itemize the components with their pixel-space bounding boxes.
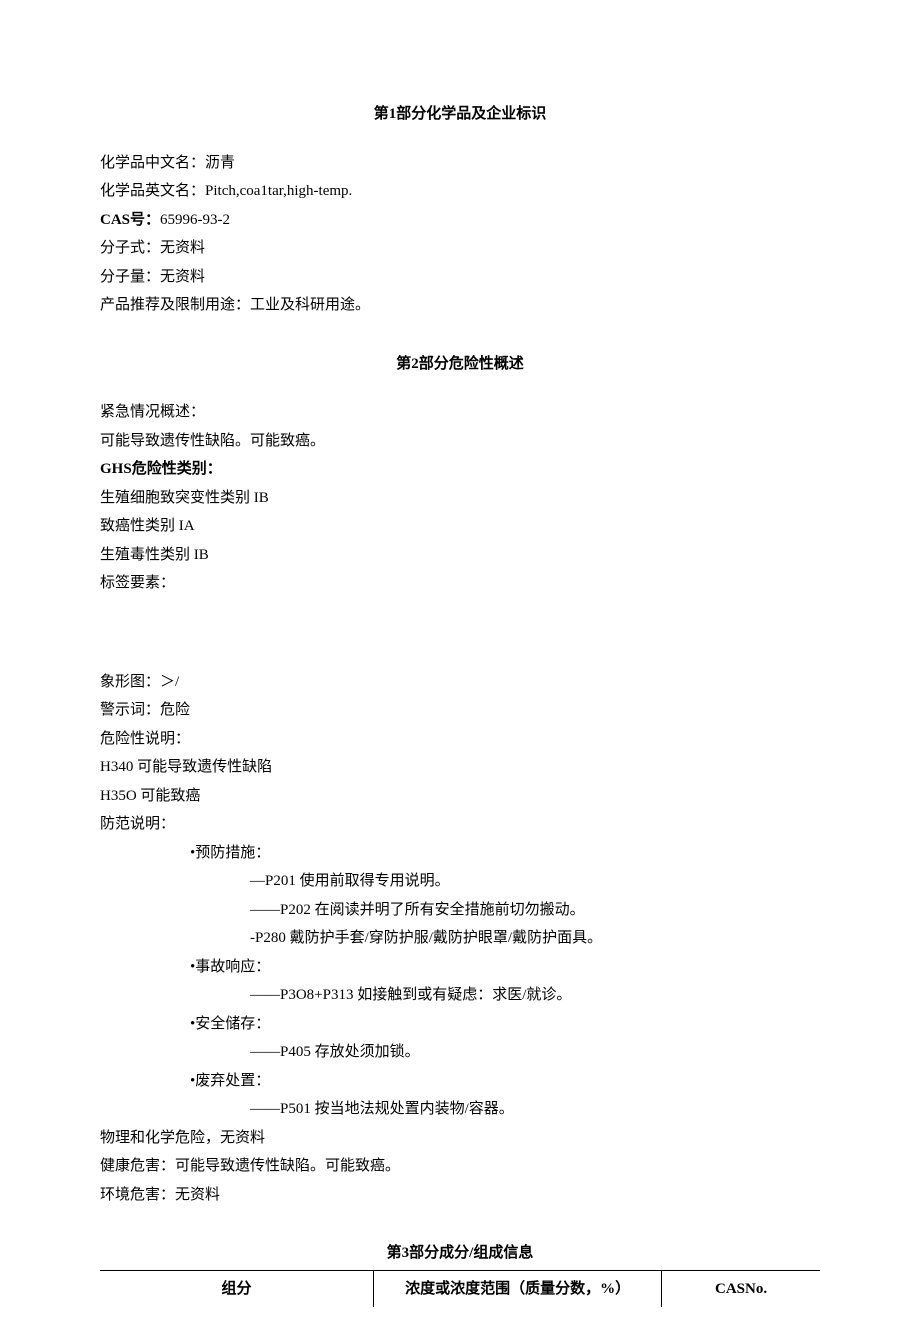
health-hazard: 健康危害：可能导致遗传性缺陷。可能致癌。 bbox=[100, 1152, 820, 1181]
value: Pitch,coa1tar,high-temp. bbox=[205, 183, 352, 199]
precaution-group-title: •废弃处置： bbox=[100, 1067, 820, 1096]
label: 环境危害： bbox=[100, 1187, 175, 1203]
physchem-hazard: 物理和化学危险，无资料 bbox=[100, 1124, 820, 1153]
label: 化学品英文名： bbox=[100, 183, 205, 199]
product-use: 产品推荐及限制用途：工业及科研用途。 bbox=[100, 291, 820, 320]
precaution-group-title: •预防措施： bbox=[100, 839, 820, 868]
ghs-suffix: 危险性类别： bbox=[132, 461, 222, 477]
label-elements: 标签要素： bbox=[100, 569, 820, 598]
cas-label: CAS bbox=[100, 212, 130, 228]
section-prefix: 第 bbox=[387, 1245, 402, 1261]
table-header-row: 组分 浓度或浓度范围（质量分数，%） CASNo. bbox=[100, 1270, 820, 1307]
cas-value: 65996-93-2 bbox=[160, 212, 230, 228]
label: 化学品中文名： bbox=[100, 155, 205, 171]
value: 可能导致遗传性缺陷。可能致癌。 bbox=[175, 1158, 400, 1174]
section-number: 2 bbox=[411, 356, 419, 372]
label: 分子量： bbox=[100, 269, 160, 285]
value: 无资料 bbox=[160, 269, 205, 285]
section-3-title: 第3部分成分/组成信息 bbox=[100, 1239, 820, 1268]
ghs-label: GHS危险性类别： bbox=[100, 455, 820, 484]
value: 无资料 bbox=[160, 240, 205, 256]
value: 沥青 bbox=[205, 155, 235, 171]
section-prefix: 第 bbox=[374, 106, 389, 122]
cas-mid: 号： bbox=[130, 212, 160, 228]
hazard-item: H35O 可能致癌 bbox=[100, 782, 820, 811]
section-2-title: 第2部分危险性概述 bbox=[100, 350, 820, 379]
precaution-item: —P201 使用前取得专用说明。 bbox=[100, 867, 820, 896]
ghs-en: GHS bbox=[100, 461, 132, 477]
signal-word: 警示词：危险 bbox=[100, 696, 820, 725]
pictogram: 象形图：＞/ bbox=[100, 668, 820, 697]
precaution-item: -P280 戴防护手套/穿防护服/戴防护眼罩/戴防护面具。 bbox=[100, 924, 820, 953]
emergency-value: 可能导致遗传性缺陷。可能致癌。 bbox=[100, 427, 820, 456]
cas-number: CAS号：65996-93-2 bbox=[100, 206, 820, 235]
precaution-item: ——P202 在阅读并明了所有安全措施前切勿搬动。 bbox=[100, 896, 820, 925]
value: 无资料 bbox=[220, 1130, 265, 1146]
label: 产品推荐及限制用途： bbox=[100, 297, 250, 313]
precaution-item: ——P3O8+P313 如接触到或有疑虑：求医/就诊。 bbox=[100, 981, 820, 1010]
env-hazard: 环境危害：无资料 bbox=[100, 1181, 820, 1210]
section-prefix: 第 bbox=[396, 356, 411, 372]
precaution-item: ——P405 存放处须加锁。 bbox=[100, 1038, 820, 1067]
label: 分子式： bbox=[100, 240, 160, 256]
chemical-name-en: 化学品英文名：Pitch,coa1tar,high-temp. bbox=[100, 177, 820, 206]
precaution-group-title: •事故响应： bbox=[100, 953, 820, 982]
chemical-name-cn: 化学品中文名：沥青 bbox=[100, 149, 820, 178]
table-header: CASNo. bbox=[662, 1270, 820, 1307]
section-suffix: 部分危险性概述 bbox=[419, 356, 524, 372]
molecular-formula: 分子式：无资料 bbox=[100, 234, 820, 263]
section-suffix: 部分化学品及企业标识 bbox=[396, 106, 546, 122]
hazard-item: H340 可能导致遗传性缺陷 bbox=[100, 753, 820, 782]
precaution-item: ——P501 按当地法规处置内装物/容器。 bbox=[100, 1095, 820, 1124]
ghs-item: 生殖毒性类别 IB bbox=[100, 541, 820, 570]
hazard-label: 危险性说明： bbox=[100, 725, 820, 754]
value: 无资料 bbox=[175, 1187, 220, 1203]
molecular-weight: 分子量：无资料 bbox=[100, 263, 820, 292]
precaution-group-title: •安全储存： bbox=[100, 1010, 820, 1039]
label: 物理和化学危险， bbox=[100, 1130, 220, 1146]
section-suffix: 部分成分/组成信息 bbox=[409, 1245, 533, 1261]
ghs-item: 致癌性类别 IA bbox=[100, 512, 820, 541]
table-header: 组分 bbox=[100, 1270, 374, 1307]
value: 工业及科研用途。 bbox=[250, 297, 370, 313]
emergency-label: 紧急情况概述： bbox=[100, 398, 820, 427]
label: 健康危害： bbox=[100, 1158, 175, 1174]
table-header: 浓度或浓度范围（质量分数，%） bbox=[374, 1270, 662, 1307]
precaution-label: 防范说明： bbox=[100, 810, 820, 839]
ghs-item: 生殖细胞致突变性类别 IB bbox=[100, 484, 820, 513]
section-1-title: 第1部分化学品及企业标识 bbox=[100, 100, 820, 129]
composition-table: 组分 浓度或浓度范围（质量分数，%） CASNo. bbox=[100, 1270, 820, 1308]
